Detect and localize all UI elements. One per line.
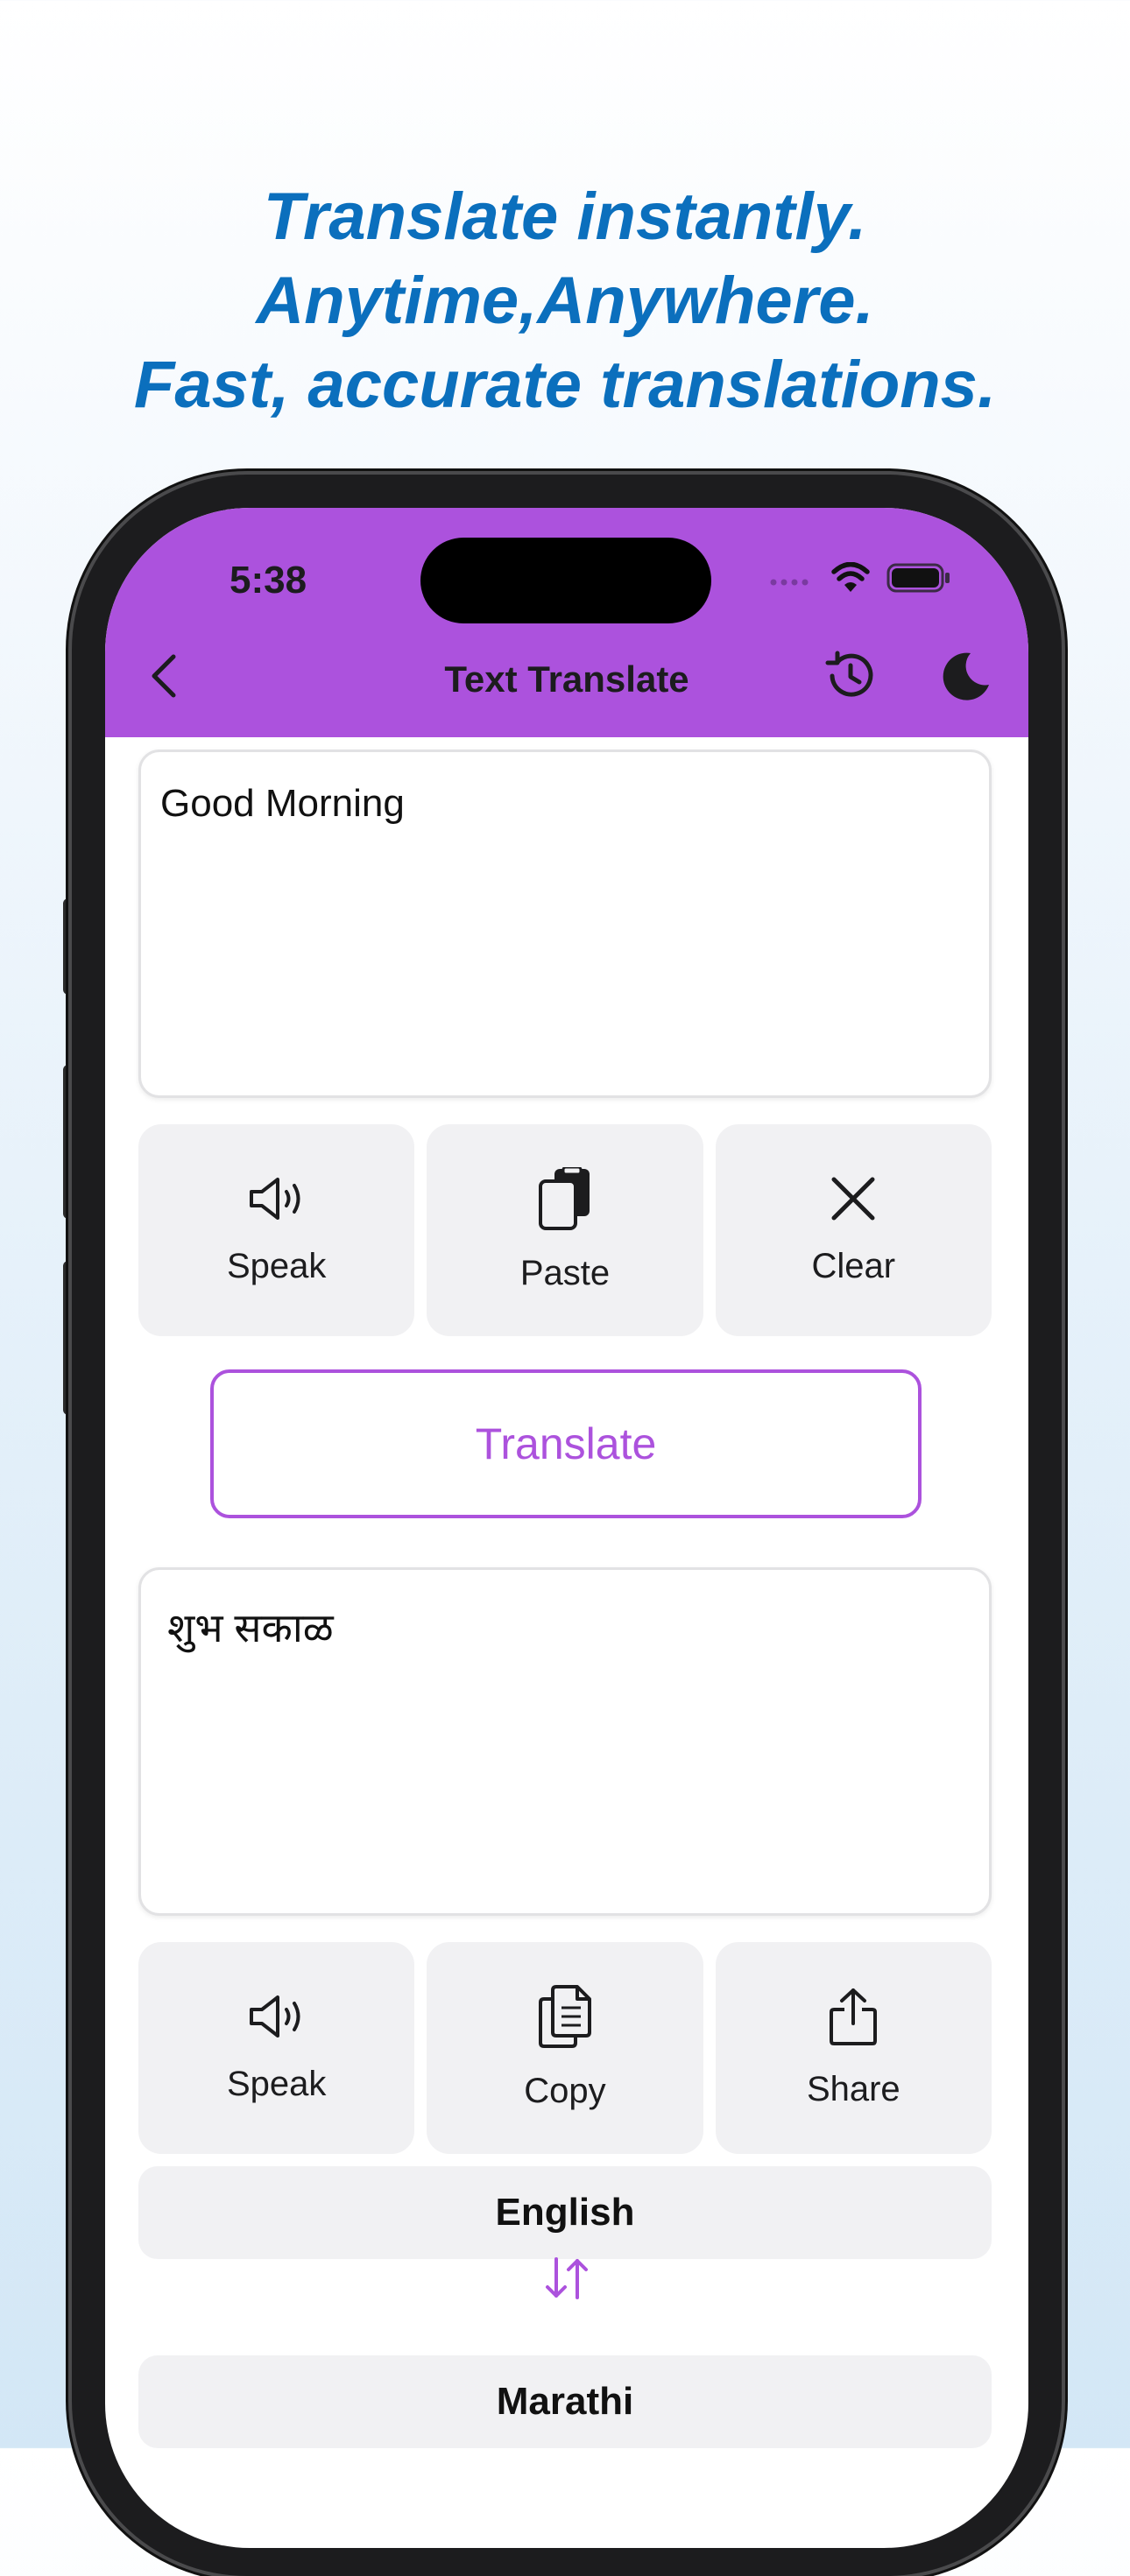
cellular-signal-icon: [769, 569, 815, 591]
status-time: 5:38: [230, 559, 307, 602]
theme-toggle-button[interactable]: [937, 650, 993, 706]
target-speak-label: Speak: [226, 2065, 327, 2103]
swap-arrows-icon: [540, 2256, 593, 2305]
close-icon: [829, 1174, 878, 1228]
moon-icon: [939, 650, 992, 707]
headline-line-3: Fast, accurate translations.: [133, 348, 997, 422]
swap-languages-button[interactable]: [539, 2252, 595, 2308]
app-screen: 5:38 Text Translate Good Morning Speak P…: [105, 508, 1028, 2548]
clear-label: Clear: [811, 1247, 896, 1285]
headline-line-1: Translate instantly.: [263, 179, 867, 254]
headline-line-2: Anytime,Anywhere.: [256, 264, 874, 338]
speaker-icon: [246, 1174, 307, 1228]
source-text: Good Morning: [160, 782, 405, 825]
copy-icon: [537, 1985, 593, 2052]
target-actions: Speak Copy Share: [138, 1942, 992, 2154]
speaker-icon: [246, 1992, 307, 2045]
source-speak-label: Speak: [226, 1247, 327, 1285]
paste-label: Paste: [519, 1254, 611, 1292]
source-speak-button[interactable]: Speak: [138, 1124, 415, 1336]
target-speak-button[interactable]: Speak: [138, 1942, 415, 2154]
translated-text: शुभ सकाळ: [167, 1605, 334, 1650]
top-bar: 5:38 Text Translate: [105, 508, 1028, 737]
clear-button[interactable]: Clear: [715, 1124, 992, 1336]
dynamic-island: [420, 538, 711, 623]
status-icons: [769, 561, 951, 598]
page-title: Text Translate: [444, 658, 689, 700]
paste-icon: [537, 1165, 593, 1235]
history-icon: [822, 648, 878, 708]
target-language-label: Marathi: [496, 2380, 634, 2423]
translate-label: Translate: [475, 1419, 657, 1468]
battery-icon: [886, 562, 951, 598]
share-button[interactable]: Share: [715, 1942, 992, 2154]
translated-text-output[interactable]: शुभ सकाळ: [138, 1567, 992, 1916]
source-actions: Speak Paste Clear: [138, 1124, 992, 1336]
share-icon: [827, 1987, 879, 2051]
paste-button[interactable]: Paste: [427, 1124, 703, 1336]
target-language-selector[interactable]: Marathi: [138, 2355, 992, 2448]
marketing-headline: Translate instantly. Anytime,Anywhere. F…: [0, 175, 1130, 427]
history-button[interactable]: [822, 650, 878, 706]
source-language-label: English: [495, 2191, 635, 2234]
phone-frame: 5:38 Text Translate Good Morning Speak P…: [72, 475, 1062, 2576]
copy-label: Copy: [524, 2072, 606, 2110]
source-language-selector[interactable]: English: [138, 2166, 992, 2259]
wifi-icon: [830, 561, 871, 598]
share-label: Share: [806, 2070, 900, 2108]
translate-button[interactable]: Translate: [210, 1369, 922, 1518]
source-text-input[interactable]: Good Morning: [138, 750, 992, 1098]
copy-button[interactable]: Copy: [427, 1942, 703, 2154]
